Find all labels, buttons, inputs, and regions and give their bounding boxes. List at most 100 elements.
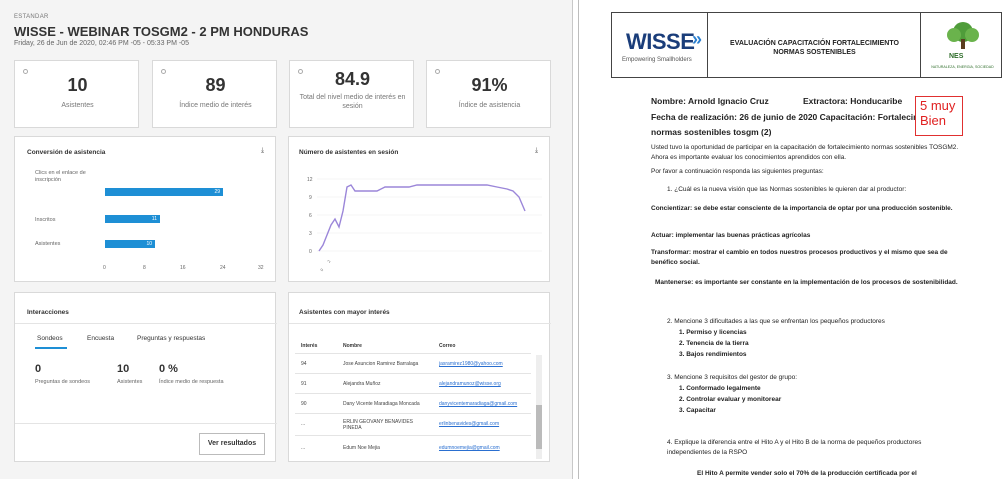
tab-active-indicator xyxy=(35,347,67,349)
cell-interest: ... xyxy=(301,445,306,451)
info-icon[interactable] xyxy=(23,69,28,74)
cell-email-link[interactable]: alejandramunoz@wisse.org xyxy=(439,381,531,387)
divider xyxy=(295,373,531,374)
stat-label: Índice de asistencia xyxy=(458,102,521,109)
bar-attendees: 10 xyxy=(105,240,155,248)
course-line: normas sostenibles tosgm (2) xyxy=(651,127,772,137)
y-tick: 9 xyxy=(309,195,312,201)
partner-logo-text: NES xyxy=(949,53,964,60)
stat-label: Asistentes xyxy=(61,102,94,109)
view-results-button[interactable]: Ver resultados xyxy=(199,433,265,455)
divider xyxy=(15,423,277,424)
nes-logo: NES NATURALEZA, ENERGIA, SOCIEDAD xyxy=(920,13,1002,77)
cell-interest: 94 xyxy=(301,361,307,367)
divider xyxy=(295,435,531,436)
col-header-email[interactable]: Correo xyxy=(439,343,455,349)
info-icon[interactable] xyxy=(161,69,166,74)
answer-2-item: 2. Tenencia de la tierra xyxy=(679,340,749,347)
bar-label: Inscritos xyxy=(35,217,56,223)
cell-name: Jose Asuncion Ramirez Barralaga xyxy=(343,361,419,367)
answer-1-transformar: Transformar: mostrar el cambio en todos … xyxy=(651,249,948,266)
student-name: Nombre: Arnold Ignacio Cruz xyxy=(651,96,769,106)
col-header-name[interactable]: Nombre xyxy=(343,343,362,349)
download-icon[interactable]: ⤓ xyxy=(261,147,264,155)
question-1: 1. ¿Cuál es la nueva visión que las Norm… xyxy=(667,186,907,193)
answer-3-item: 3. Capacitar xyxy=(679,407,716,414)
y-tick: 3 xyxy=(309,231,312,237)
company-name: Extractora: Honducaribe xyxy=(803,96,903,106)
metric-value: 0 xyxy=(35,363,42,375)
tree-icon xyxy=(947,22,979,49)
logo-chevron-icon: » xyxy=(692,29,703,49)
bar-value: 11 xyxy=(151,216,157,222)
metric-label: Asistentes xyxy=(117,379,143,385)
answer-1-actuar: Actuar: implementar las buenas prácticas… xyxy=(651,232,811,239)
interactions-card: Interacciones Sondeos Encuesta Preguntas… xyxy=(14,292,277,462)
bar-label: Asistentes xyxy=(35,241,61,247)
answer-2-item: 1. Permiso y licencias xyxy=(679,329,747,336)
cell-email-link[interactable]: danyvicentemaradiaga@gmail.com xyxy=(439,401,531,407)
divider xyxy=(289,323,551,324)
attendees-line xyxy=(318,184,526,252)
cell-interest: 90 xyxy=(301,401,307,407)
card-title: Número de asistentes en sesión xyxy=(299,149,399,156)
answer-3-item: 2. Controlar evaluar y monitorear xyxy=(679,396,782,403)
cell-email-link[interactable]: jasramirez1980@yahoo.com xyxy=(439,361,531,367)
cell-interest: ... xyxy=(301,421,306,427)
stat-card-interest: 89 Índice medio de interés xyxy=(152,60,277,128)
x-tick: 0 xyxy=(103,265,106,271)
bar-label: Clics en el enlace de inscripción xyxy=(35,170,86,183)
cell-email-link[interactable]: edumnoemejia@gmail.com xyxy=(439,445,531,451)
divider xyxy=(15,323,277,324)
metric-value: 10 xyxy=(117,363,130,375)
col-header-interest[interactable]: Interés xyxy=(301,343,317,349)
question-2: 2. Mencione 3 dificultades a las que se … xyxy=(667,318,885,325)
table-scrollbar[interactable] xyxy=(536,355,542,459)
answer-1-mantenerse: Mantenerse: es importante ser constante … xyxy=(655,279,958,286)
tab-qa[interactable]: Preguntas y respuestas xyxy=(137,335,205,342)
divider xyxy=(578,0,579,479)
grade-annotation: 5 muy Bien xyxy=(915,96,963,136)
x-tick: 24 xyxy=(220,265,226,271)
divider xyxy=(295,393,531,394)
webinar-dashboard: ESTANDAR WISSE - WEBINAR TOSGM2 - 2 PM H… xyxy=(0,0,573,479)
stat-value: 91% xyxy=(471,75,508,95)
cell-interest: 91 xyxy=(301,381,307,387)
question-3: 3. Mencione 3 requisitos del gestor de g… xyxy=(667,374,798,381)
stat-label: Total del nivel medio de interés en sesi… xyxy=(299,94,406,110)
scrollbar-thumb[interactable] xyxy=(536,405,542,449)
cell-email-link[interactable]: erlinbenavides@gmail.com xyxy=(439,421,531,427)
y-tick: 12 xyxy=(307,177,313,183)
x-axis-labels: 02:46 02:56 03:06 03:16 03:26 03:36 03:4… xyxy=(319,255,539,277)
stat-card-attendance-rate: 91% Índice de asistencia xyxy=(426,60,551,128)
x-tick-row: 02:46 02:56 03:06 03:16 03:26 03:36 03:4… xyxy=(319,255,539,272)
stat-card-attendees: 10 Asistentes xyxy=(14,60,139,128)
logo-tagline: Empowering Smallholders xyxy=(622,57,692,63)
answer-3-item: 1. Conformado legalmente xyxy=(679,385,761,392)
answer-1-concientizar: Concientizar: se debe estar consciente d… xyxy=(651,205,953,212)
stat-card-session-interest: 84.9 Total del nivel medio de interés en… xyxy=(289,60,414,128)
cell-name: ERLIN GEOVANY BENAVIDES PINEDA xyxy=(343,419,414,431)
download-icon[interactable]: ⤓ xyxy=(535,147,538,155)
partner-tagline: NATURALEZA, ENERGIA, SOCIEDAD xyxy=(931,65,994,69)
tab-survey[interactable]: Encuesta xyxy=(87,335,114,342)
document-header: WISSE » Empowering Smallholders EVALUACI… xyxy=(611,12,1002,78)
stat-value: 89 xyxy=(205,75,226,95)
tab-polls[interactable]: Sondeos xyxy=(37,335,63,342)
metric-label: Preguntas de sondeos xyxy=(35,379,91,385)
answer-4: El Hito A permite vender solo el 70% de … xyxy=(697,470,917,477)
event-date: Friday, 26 de Jun de 2020, 02:46 PM -05 … xyxy=(14,40,189,47)
metric-value: 0 % xyxy=(159,363,178,375)
info-icon[interactable] xyxy=(435,69,440,74)
event-type-label: ESTANDAR xyxy=(14,14,49,20)
cell-name: Alejandra Muñoz xyxy=(343,381,381,387)
date-line: Fecha de realización: 26 de junio de 202… xyxy=(651,112,942,122)
answer-2-item: 3. Bajos rendimientos xyxy=(679,351,747,358)
logo-text: WISSE xyxy=(626,29,695,54)
bar-value: 10 xyxy=(146,241,152,247)
instructions-text: Por favor a continuación responda las si… xyxy=(651,168,824,175)
metric-label: Índice medio de respuesta xyxy=(159,379,224,385)
cell-name: Edum Noe Mejia xyxy=(343,445,380,451)
attendees-chart-card: Número de asistentes en sesión ⤓ 12 9 6 … xyxy=(288,136,550,282)
wisse-logo: WISSE » Empowering Smallholders xyxy=(612,13,708,77)
